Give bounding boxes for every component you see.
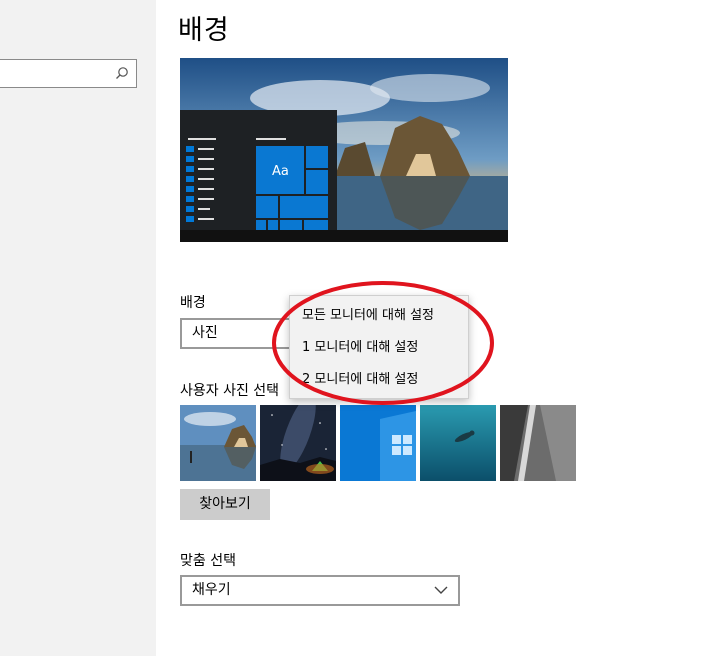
photo-thumbnail-windows[interactable] (340, 405, 416, 481)
photo-thumbnail-underwater[interactable] (420, 405, 496, 481)
page-title: 배경 (178, 15, 230, 46)
photo-thumbnail-milky-way[interactable] (260, 405, 336, 481)
fit-label: 맞춤 선택 (180, 553, 236, 569)
background-label: 배경 (180, 295, 206, 311)
choose-photo-label: 사용자 사진 선택 (180, 383, 280, 399)
chevron-down-icon (434, 586, 448, 594)
photo-thumbnail-rock[interactable] (500, 405, 576, 481)
sidebar (0, 0, 156, 656)
browse-button[interactable]: 찾아보기 (180, 489, 270, 520)
fit-select[interactable]: 채우기 (180, 575, 460, 606)
monitor-context-menu: 모든 모니터에 대해 설정 1 모니터에 대해 설정 2 모니터에 대해 설정 (289, 295, 469, 399)
background-select-value: 사진 (192, 325, 218, 341)
search-input[interactable] (0, 59, 137, 88)
desktop-preview: Aa (180, 58, 508, 242)
menu-item-all-monitors[interactable]: 모든 모니터에 대해 설정 (290, 300, 468, 331)
menu-item-monitor-1[interactable]: 1 모니터에 대해 설정 (290, 332, 468, 363)
photo-thumbnail-beach[interactable] (180, 405, 256, 481)
fit-select-value: 채우기 (192, 582, 231, 598)
search-icon (116, 67, 128, 79)
preview-tile-label: Aa (272, 164, 289, 179)
menu-item-monitor-2[interactable]: 2 모니터에 대해 설정 (290, 364, 468, 395)
